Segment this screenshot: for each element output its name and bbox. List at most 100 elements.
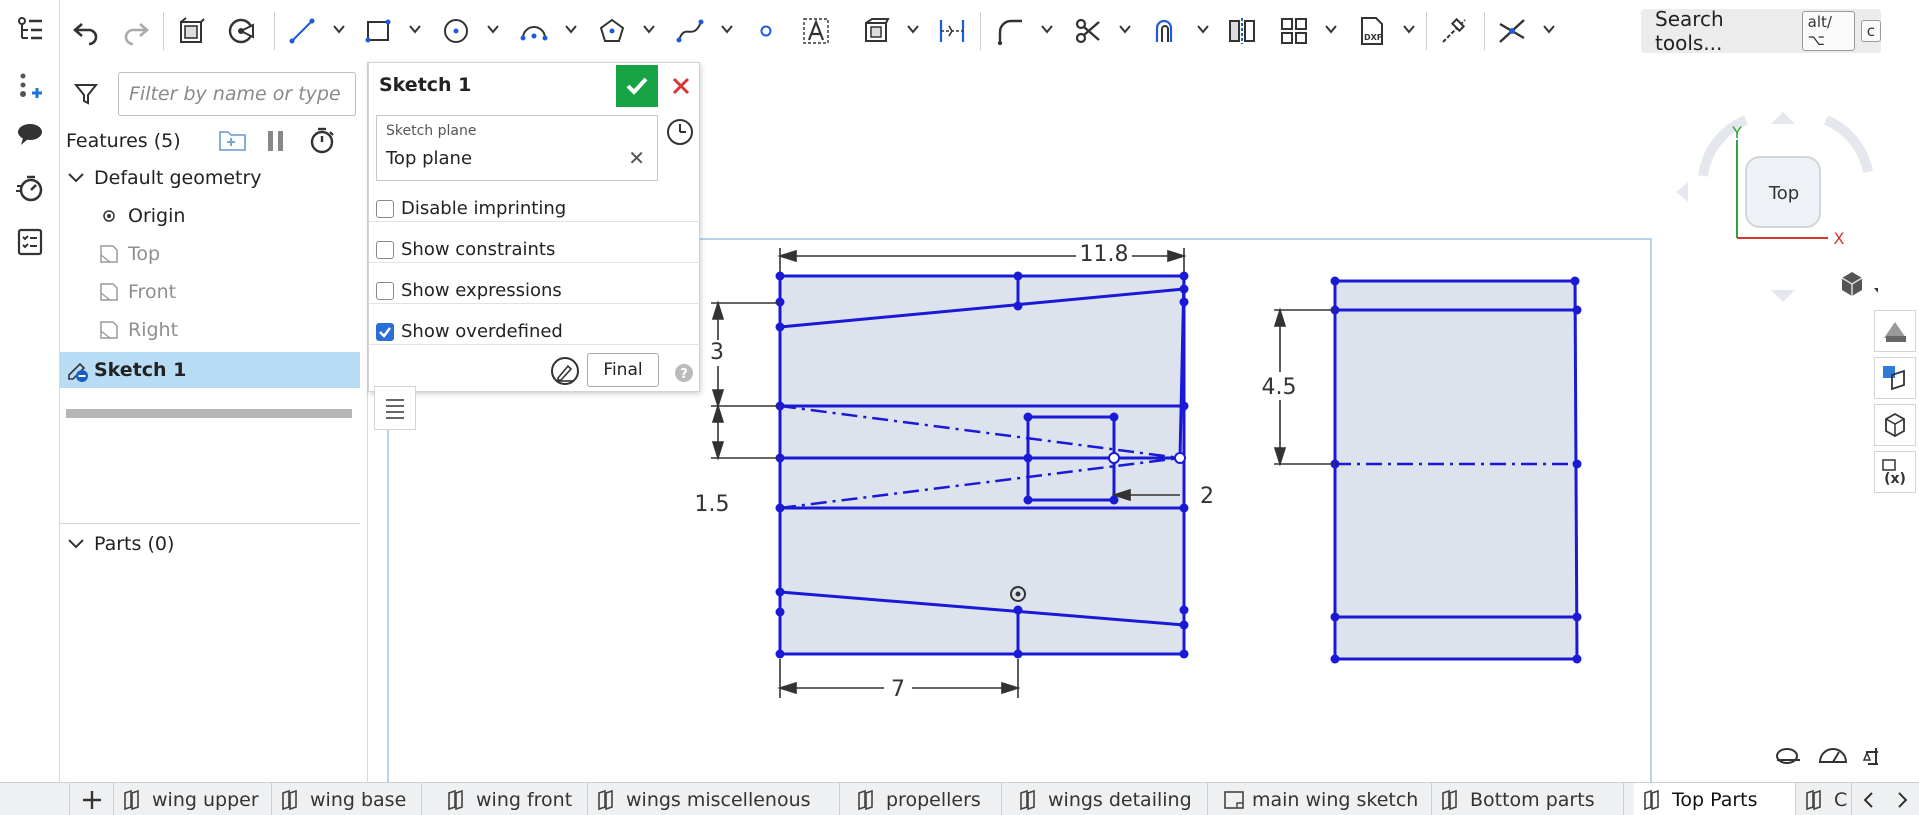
tab-wings-detailing[interactable]: wings detailing (1010, 783, 1208, 815)
add-folder-icon[interactable] (218, 126, 248, 158)
option-show-overdefined[interactable]: Show overdefined (376, 321, 563, 342)
performance-icon[interactable] (12, 170, 48, 206)
sketch-plane-field[interactable]: Sketch plane Top plane ✕ (376, 115, 658, 181)
dimension-width[interactable]: 11.8 (1080, 242, 1129, 267)
parts-group[interactable]: Parts (0) (60, 526, 360, 562)
pause-icon[interactable] (264, 128, 288, 158)
option-disable-imprinting[interactable]: Disable imprinting (376, 198, 566, 219)
sketch-icon[interactable] (174, 12, 210, 50)
sketch-list-icon[interactable] (374, 386, 416, 430)
protractor-icon[interactable] (1818, 748, 1848, 763)
chevron-down-icon[interactable] (720, 22, 734, 36)
checkbox[interactable] (376, 199, 394, 218)
final-button[interactable]: Final (587, 353, 659, 387)
dimension-3[interactable]: 3 (710, 340, 724, 365)
accept-button[interactable] (616, 65, 658, 107)
chevron-down-icon[interactable] (1324, 22, 1338, 36)
tree-item-top-plane[interactable]: Top (60, 236, 360, 272)
tree-item-front-plane[interactable]: Front (60, 274, 360, 310)
chevron-down-icon[interactable] (486, 22, 500, 36)
dimension-1-5[interactable]: 1.5 (695, 492, 730, 517)
text-icon[interactable] (798, 12, 834, 50)
tab-wing-base[interactable]: wing base (272, 783, 422, 815)
option-show-expressions[interactable]: Show expressions (376, 280, 562, 301)
chevron-down-icon[interactable] (1196, 22, 1210, 36)
search-tools-button[interactable]: Search tools... alt/⌥ c (1641, 7, 1881, 55)
spline-icon[interactable] (672, 12, 708, 50)
rectangle-icon[interactable] (360, 12, 396, 50)
tab-top-parts[interactable]: Top Parts (1634, 783, 1796, 815)
variables-icon[interactable]: (x) (1874, 451, 1916, 493)
chevron-left-icon[interactable] (1861, 790, 1877, 810)
chevron-down-icon[interactable] (906, 22, 920, 36)
offset-icon[interactable] (1148, 12, 1184, 50)
help-icon[interactable]: ? (674, 363, 694, 387)
insert-icon[interactable] (12, 68, 48, 104)
history-icon[interactable] (665, 117, 695, 151)
arc-icon[interactable] (516, 12, 552, 50)
cancel-button[interactable] (665, 65, 697, 107)
measure-tape-icon[interactable] (1776, 748, 1800, 764)
fillet-icon[interactable] (992, 12, 1028, 50)
chevron-right-icon[interactable] (1894, 790, 1910, 810)
tree-item-origin[interactable]: Origin (60, 198, 360, 234)
sketch-solve-icon[interactable] (549, 355, 581, 391)
chevron-down-icon[interactable] (1040, 22, 1054, 36)
tab-main-wing-sketch[interactable]: main wing sketch (1214, 783, 1432, 815)
tree-item-right-plane[interactable]: Right (60, 312, 360, 348)
tab-bottom-parts[interactable]: Bottom parts (1432, 783, 1624, 815)
circle-icon[interactable] (438, 12, 474, 50)
mass-properties-icon[interactable] (1862, 748, 1878, 765)
view-cube[interactable]: Top Y X (1676, 112, 1878, 302)
tab-wings-miscellenous[interactable]: wings miscellenous (588, 783, 840, 815)
dimension-4-5[interactable]: 4.5 (1262, 375, 1297, 400)
chevron-down-icon[interactable] (642, 22, 656, 36)
tab-wing-upper[interactable]: wing upper (114, 783, 272, 815)
view-cube-face[interactable]: Top (1768, 183, 1799, 204)
dimension-2[interactable]: 2 (1200, 484, 1214, 509)
filter-icon[interactable] (73, 82, 99, 110)
chevron-down-icon[interactable] (332, 22, 346, 36)
tree-item-sketch-1[interactable]: Sketch 1 (60, 352, 360, 388)
chevron-down-icon[interactable] (1402, 22, 1416, 36)
clear-icon[interactable]: ✕ (628, 146, 645, 170)
dimension-7[interactable]: 7 (891, 677, 905, 702)
chevron-down-icon[interactable] (1118, 22, 1132, 36)
dxf-import-icon[interactable]: DXF (1354, 12, 1390, 50)
sketch-profile-left[interactable] (775, 271, 1189, 659)
intersection-icon[interactable] (1494, 12, 1530, 50)
mirror-icon[interactable] (1224, 12, 1260, 50)
rollback-bar[interactable] (66, 409, 352, 418)
appearance-icon[interactable] (1874, 310, 1916, 352)
undo-icon[interactable] (68, 12, 104, 50)
tab-truncated[interactable]: C (1796, 783, 1852, 815)
chevron-down-icon[interactable] (66, 168, 86, 188)
redo-icon[interactable] (118, 12, 154, 50)
feature-list-icon[interactable] (12, 12, 48, 48)
sketch-profile-right[interactable] (1330, 276, 1582, 664)
stopwatch-icon[interactable] (308, 126, 336, 158)
tab-propellers[interactable]: propellers (848, 783, 1002, 815)
add-tab-button[interactable] (70, 783, 114, 815)
polygon-icon[interactable] (594, 12, 630, 50)
construction-icon[interactable] (1436, 12, 1472, 50)
checkbox[interactable] (376, 240, 394, 259)
chevron-down-icon[interactable] (564, 22, 578, 36)
view-options-icon[interactable] (1841, 272, 1878, 296)
comments-icon[interactable] (12, 116, 48, 152)
checklist-icon[interactable] (12, 224, 48, 260)
sketch-mode-icon[interactable] (224, 12, 260, 50)
checkbox[interactable] (376, 281, 394, 300)
tab-wing-front[interactable]: wing front (438, 783, 588, 815)
chevron-down-icon[interactable] (66, 534, 86, 554)
checkbox-checked[interactable] (376, 322, 394, 341)
default-geometry-group[interactable]: Default geometry (60, 160, 360, 196)
configurations-icon[interactable] (1874, 357, 1916, 399)
option-show-constraints[interactable]: Show constraints (376, 239, 555, 260)
line-icon[interactable] (284, 12, 320, 50)
parts-cube-icon[interactable] (1874, 404, 1916, 446)
dimension-icon[interactable] (934, 12, 970, 50)
point-icon[interactable] (748, 12, 784, 50)
chevron-down-icon[interactable] (1542, 22, 1556, 36)
trim-icon[interactable] (1070, 12, 1106, 50)
